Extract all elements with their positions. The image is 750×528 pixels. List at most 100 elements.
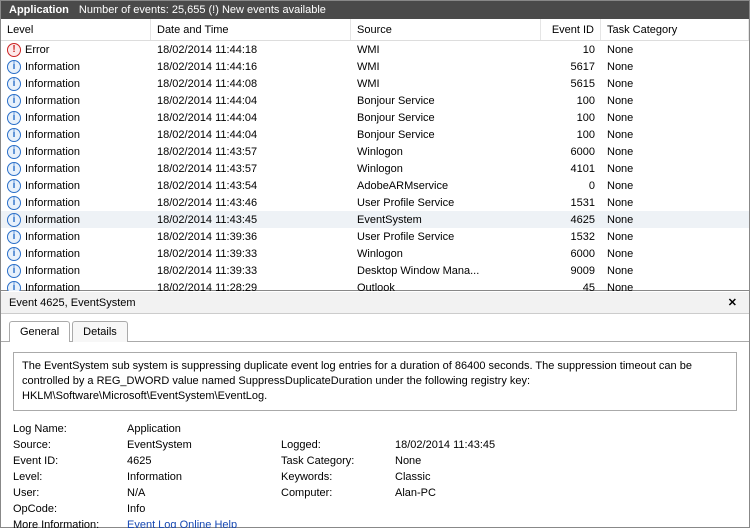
table-row[interactable]: iInformation18/02/2014 11:44:04Bonjour S… — [1, 126, 749, 143]
cell-source: AdobeARMservice — [351, 179, 541, 193]
cell-eventid: 100 — [541, 128, 601, 142]
val-user: N/A — [127, 487, 277, 499]
cell-eventid: 45 — [541, 281, 601, 292]
cell-task: None — [601, 179, 749, 193]
cell-date: 18/02/2014 11:43:45 — [151, 213, 351, 227]
cell-level: Information — [25, 265, 80, 277]
info-icon: i — [7, 264, 21, 278]
cell-source: WMI — [351, 43, 541, 57]
info-icon: i — [7, 128, 21, 142]
table-row[interactable]: iInformation18/02/2014 11:28:29Outlook45… — [1, 279, 749, 291]
val-keywords: Classic — [395, 471, 737, 483]
lbl-eventid: Event ID: — [13, 455, 123, 467]
cell-date: 18/02/2014 11:44:04 — [151, 128, 351, 142]
cell-eventid: 6000 — [541, 247, 601, 261]
table-row[interactable]: iInformation18/02/2014 11:43:54AdobeARMs… — [1, 177, 749, 194]
event-list-body[interactable]: !Error18/02/2014 11:44:18WMI10NoneiInfor… — [1, 41, 749, 291]
info-icon: i — [7, 213, 21, 227]
lbl-user: User: — [13, 487, 123, 499]
table-row[interactable]: iInformation18/02/2014 11:39:33Winlogon6… — [1, 245, 749, 262]
cell-eventid: 4625 — [541, 213, 601, 227]
cell-eventid: 10 — [541, 43, 601, 57]
val-level: Information — [127, 471, 277, 483]
cell-source: Winlogon — [351, 247, 541, 261]
cell-date: 18/02/2014 11:43:46 — [151, 196, 351, 210]
cell-date: 18/02/2014 11:43:54 — [151, 179, 351, 193]
cell-source: Bonjour Service — [351, 94, 541, 108]
error-icon: ! — [7, 43, 21, 57]
event-list: Level Date and Time Source Event ID Task… — [1, 19, 749, 291]
table-row[interactable]: iInformation18/02/2014 11:44:04Bonjour S… — [1, 92, 749, 109]
detail-title: Event 4625, EventSystem — [9, 297, 136, 309]
cell-task: None — [601, 213, 749, 227]
close-icon[interactable]: ✕ — [724, 296, 741, 309]
cell-eventid: 6000 — [541, 145, 601, 159]
cell-eventid: 1531 — [541, 196, 601, 210]
cell-date: 18/02/2014 11:44:08 — [151, 77, 351, 91]
cell-task: None — [601, 162, 749, 176]
cell-source: Winlogon — [351, 162, 541, 176]
cell-task: None — [601, 94, 749, 108]
col-level[interactable]: Level — [1, 19, 151, 40]
cell-level: Information — [25, 163, 80, 175]
val-taskcat: None — [395, 455, 737, 467]
link-online-help[interactable]: Event Log Online Help — [127, 519, 237, 528]
titlebar-status: Number of events: 25,655 (!) New events … — [79, 4, 326, 16]
cell-source: WMI — [351, 60, 541, 74]
cell-date: 18/02/2014 11:43:57 — [151, 145, 351, 159]
event-description: The EventSystem sub system is suppressin… — [13, 352, 737, 411]
table-row[interactable]: i Information 18/02/2014 11:43:45EventSyst… — [1, 211, 749, 228]
cell-task: None — [601, 60, 749, 74]
cell-date: 18/02/2014 11:44:04 — [151, 111, 351, 125]
table-row[interactable]: iInformation18/02/2014 11:43:46User Prof… — [1, 194, 749, 211]
titlebar: Application Number of events: 25,655 (!)… — [1, 1, 749, 19]
lbl-moreinfo: More Information: — [13, 519, 123, 528]
table-row[interactable]: iInformation18/02/2014 11:44:08WMI5615No… — [1, 75, 749, 92]
cell-task: None — [601, 264, 749, 278]
lbl-logged: Logged: — [281, 439, 391, 451]
table-row[interactable]: iInformation18/02/2014 11:43:57Winlogon4… — [1, 160, 749, 177]
table-row[interactable]: iInformation18/02/2014 11:44:04Bonjour S… — [1, 109, 749, 126]
cell-source: Outlook — [351, 281, 541, 292]
cell-source: EventSystem — [351, 213, 541, 227]
col-task[interactable]: Task Category — [601, 19, 749, 40]
cell-task: None — [601, 196, 749, 210]
val-opcode: Info — [127, 503, 277, 515]
cell-eventid: 100 — [541, 94, 601, 108]
tab-details[interactable]: Details — [72, 321, 128, 342]
cell-date: 18/02/2014 11:39:33 — [151, 264, 351, 278]
lbl-logname: Log Name: — [13, 423, 123, 435]
info-icon: i — [7, 94, 21, 108]
table-row[interactable]: iInformation18/02/2014 11:43:57Winlogon6… — [1, 143, 749, 160]
info-icon: i — [7, 162, 21, 176]
detail-tabs: General Details — [1, 314, 749, 342]
cell-date: 18/02/2014 11:44:18 — [151, 43, 351, 57]
col-source[interactable]: Source — [351, 19, 541, 40]
table-row[interactable]: iInformation18/02/2014 11:39:33Desktop W… — [1, 262, 749, 279]
table-row[interactable]: iInformation18/02/2014 11:44:16WMI5617No… — [1, 58, 749, 75]
lbl-taskcat: Task Category: — [281, 455, 391, 467]
cell-date: 18/02/2014 11:44:16 — [151, 60, 351, 74]
table-row[interactable]: iInformation18/02/2014 11:39:36User Prof… — [1, 228, 749, 245]
info-icon: i — [7, 230, 21, 244]
cell-eventid: 0 — [541, 179, 601, 193]
cell-eventid: 1532 — [541, 230, 601, 244]
info-icon: i — [7, 60, 21, 74]
cell-source: User Profile Service — [351, 230, 541, 244]
cell-task: None — [601, 230, 749, 244]
app-title: Application — [9, 4, 69, 16]
tab-general[interactable]: General — [9, 321, 70, 342]
cell-level: Information — [25, 248, 80, 260]
cell-level: Information — [25, 214, 80, 226]
info-icon: i — [7, 196, 21, 210]
cell-eventid: 9009 — [541, 264, 601, 278]
table-row[interactable]: !Error18/02/2014 11:44:18WMI10None — [1, 41, 749, 58]
cell-source: Winlogon — [351, 145, 541, 159]
val-logname: Application — [127, 423, 277, 435]
cell-level: Information — [25, 78, 80, 90]
lbl-keywords: Keywords: — [281, 471, 391, 483]
cell-level: Error — [25, 44, 49, 56]
col-date[interactable]: Date and Time — [151, 19, 351, 40]
val-eventid: 4625 — [127, 455, 277, 467]
col-eventid[interactable]: Event ID — [541, 19, 601, 40]
